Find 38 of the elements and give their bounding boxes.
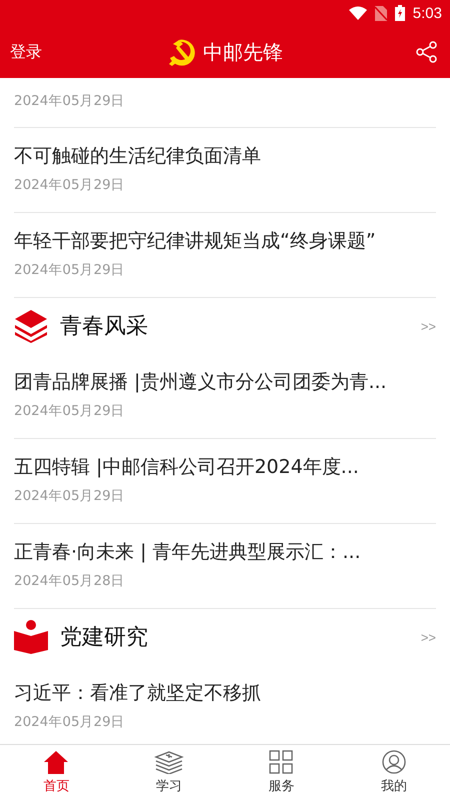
- books-icon: [154, 750, 184, 774]
- news-title: 正青春·向未来 | 青年先进典型展示汇：...: [14, 540, 362, 565]
- status-time: 5:03: [412, 4, 442, 22]
- no-sim-icon: [374, 6, 387, 20]
- news-title: 团青品牌展播 |贵州遵义市分公司团委为青...: [14, 370, 388, 395]
- news-date: 2024年05月29日: [14, 713, 126, 732]
- reader-icon: [14, 620, 48, 654]
- news-date: 2024年05月29日: [14, 402, 126, 421]
- share-icon[interactable]: [416, 41, 438, 63]
- wifi-icon: [348, 6, 367, 20]
- section-title: 青春风采: [60, 313, 148, 341]
- app-title: 中邮先锋: [203, 38, 283, 66]
- news-title: 习近平：看准了就坚定不移抓: [14, 681, 262, 706]
- news-item[interactable]: 习近平：看准了就坚定不移抓 2024年05月29日: [14, 665, 436, 744]
- news-title: 五四特辑 |中邮信科公司召开2024年度...: [14, 455, 360, 480]
- login-button[interactable]: 登录: [10, 42, 42, 62]
- news-item[interactable]: 团青品牌展播 |贵州遵义市分公司团委为青... 2024年05月29日: [14, 354, 436, 439]
- news-date: 2024年05月29日: [14, 176, 126, 195]
- news-date: 2024年05月28日: [14, 572, 126, 591]
- news-date: 2024年05月29日: [14, 261, 126, 280]
- grid-icon: [269, 750, 294, 774]
- news-title: 年轻干部要把守纪律讲规矩当成“终身课题”: [14, 229, 377, 254]
- news-date: 2024年05月29日: [14, 92, 126, 111]
- news-item[interactable]: 年轻干部要把守纪律讲规矩当成“终身课题” 2024年05月29日: [14, 213, 436, 298]
- news-title: 不可触碰的生活纪律负面清单: [14, 144, 262, 169]
- nav-tab[interactable]: 我的: [338, 745, 450, 800]
- news-item[interactable]: 不可触碰的生活纪律负面清单 2024年05月29日: [14, 128, 436, 213]
- layers-icon: [14, 309, 48, 343]
- news-item[interactable]: 五四特辑 |中邮信科公司召开2024年度... 2024年05月29日: [14, 439, 436, 524]
- home-icon: [43, 750, 70, 774]
- news-item[interactable]: 正青春·向未来 | 青年先进典型展示汇：... 2024年05月28日: [14, 524, 436, 609]
- nav-tab[interactable]: 学习: [112, 745, 225, 800]
- nav-tab[interactable]: 服务: [225, 745, 338, 800]
- battery-icon: [394, 5, 405, 21]
- profile-icon: [382, 750, 406, 774]
- nav-tab[interactable]: 首页: [0, 745, 112, 800]
- news-date: 2024年05月29日: [14, 487, 126, 506]
- section-title: 党建研究: [60, 624, 148, 652]
